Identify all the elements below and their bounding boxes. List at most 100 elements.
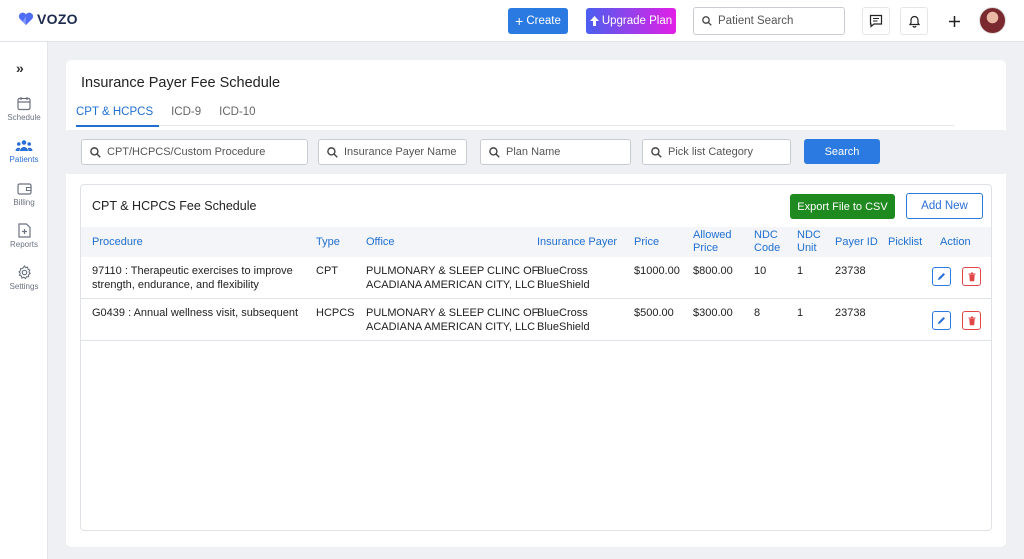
procedure-search-placeholder: CPT/HCPCS/Custom Procedure	[107, 146, 266, 158]
office-line-1: PULMONARY & SLEEP CLINC OF	[366, 265, 539, 277]
plan-name-input[interactable]: Plan Name	[480, 139, 631, 165]
brand-name: VOZO	[37, 11, 78, 27]
filter-bar: CPT/HCPCS/Custom Procedure Insurance Pay…	[66, 130, 1006, 174]
sidebar-item-reports[interactable]: Reports	[0, 223, 48, 249]
search-icon	[489, 146, 500, 158]
sidebar-item-patients[interactable]: Patients	[0, 139, 48, 164]
price-cell: $500.00	[634, 307, 674, 319]
price-cell: $1000.00	[634, 265, 680, 277]
gear-icon	[17, 265, 31, 280]
plan-name-placeholder: Plan Name	[506, 146, 561, 158]
procedure-line-1: 97110 : Therapeutic exercises to improve	[92, 265, 293, 277]
table-header: Procedure Type Office Insurance Payer Pr…	[81, 227, 991, 257]
sidebar-item-label: Reports	[9, 240, 38, 249]
create-button[interactable]: + Create	[508, 8, 568, 34]
column-type[interactable]: Type	[316, 236, 340, 249]
office-line-2: ACADIANA AMERICAN CITY, LLC	[366, 279, 536, 291]
sidebar-item-settings[interactable]: Settings	[0, 265, 48, 291]
messages-button[interactable]	[862, 7, 890, 35]
upgrade-plan-button[interactable]: Upgrade Plan	[586, 8, 676, 34]
fee-schedule-panel: CPT & HCPCS Fee Schedule Export File to …	[80, 184, 992, 531]
search-icon	[702, 16, 712, 26]
payer-name-placeholder: Insurance Payer Name	[344, 146, 457, 158]
search-icon	[327, 146, 338, 158]
column-office[interactable]: Office	[366, 236, 395, 249]
pencil-icon	[938, 273, 945, 280]
payer-id-cell: 23738	[835, 307, 866, 319]
payer-line-1: BlueCross	[537, 307, 588, 319]
column-insurance-payer[interactable]: Insurance Payer	[537, 236, 617, 249]
office-cell: PULMONARY & SLEEP CLINC OF ACADIANA AMER…	[366, 306, 538, 334]
column-procedure[interactable]: Procedure	[92, 236, 143, 249]
column-payer-id[interactable]: Payer ID	[835, 236, 878, 249]
column-action: Action	[940, 236, 971, 248]
office-line-2: ACADIANA AMERICAN CITY, LLC	[366, 321, 536, 333]
main-card: Insurance Payer Fee Schedule CPT & HCPCS…	[66, 60, 1006, 547]
procedure-cell: 97110 : Therapeutic exercises to improve…	[92, 264, 293, 292]
tab-cpt-hcpcs[interactable]: CPT & HCPCS	[76, 104, 160, 127]
add-button[interactable]	[940, 7, 968, 35]
edit-button[interactable]	[932, 267, 951, 286]
payer-name-input[interactable]: Insurance Payer Name	[318, 139, 467, 165]
column-picklist[interactable]: Picklist	[888, 236, 922, 249]
notifications-button[interactable]	[900, 7, 928, 35]
table-row[interactable]: 97110 : Therapeutic exercises to improve…	[81, 257, 991, 299]
column-price[interactable]: Price	[634, 236, 659, 249]
picklist-category-placeholder: Pick list Category	[668, 146, 753, 158]
column-ndc-code-line-2: Code	[754, 242, 781, 254]
tab-icd-10[interactable]: ICD-10	[219, 104, 261, 126]
tab-icd-9[interactable]: ICD-9	[171, 104, 207, 126]
payer-cell: BlueCross BlueShield	[537, 264, 590, 292]
export-csv-button[interactable]: Export File to CSV	[790, 194, 895, 219]
payer-line-2: BlueShield	[537, 279, 590, 291]
trash-icon	[968, 272, 975, 281]
expand-sidebar-icon[interactable]: »	[16, 60, 24, 76]
edit-button[interactable]	[932, 311, 951, 330]
type-cell: HCPCS	[316, 307, 355, 319]
column-ndc-unit-line-2: Unit	[797, 242, 817, 254]
procedure-search-input[interactable]: CPT/HCPCS/Custom Procedure	[81, 139, 308, 165]
column-allowed-line-1: Allowed	[693, 229, 732, 241]
column-allowed-price[interactable]: Allowed Price	[693, 229, 732, 255]
payer-line-1: BlueCross	[537, 265, 588, 277]
office-cell: PULMONARY & SLEEP CLINC OF ACADIANA AMER…	[366, 264, 538, 292]
column-ndc-unit[interactable]: NDC Unit	[797, 229, 821, 255]
user-avatar[interactable]	[979, 7, 1006, 34]
search-icon	[90, 146, 101, 158]
heart-logo-icon	[18, 12, 34, 25]
wallet-icon	[16, 183, 32, 195]
procedure-line-1: G0439 : Annual wellness visit, subsequen…	[92, 307, 299, 319]
type-cell: CPT	[316, 265, 338, 277]
ndc-unit-cell: 1	[797, 307, 804, 319]
picklist-category-input[interactable]: Pick list Category	[642, 139, 791, 165]
arrow-up-icon	[589, 16, 599, 26]
report-icon	[17, 223, 31, 238]
column-ndc-code[interactable]: NDC Code	[754, 229, 780, 255]
sidebar-item-label: Billing	[13, 198, 35, 207]
table-row[interactable]: G0439 : Annual wellness visit, subsequen…	[81, 299, 991, 341]
search-icon	[651, 146, 662, 158]
sidebar-item-label: Settings	[9, 282, 39, 291]
ndc-unit-cell: 1	[797, 265, 804, 277]
sidebar-item-label: Schedule	[7, 113, 41, 122]
ndc-code-cell: 8	[754, 307, 761, 319]
add-new-button[interactable]: Add New	[906, 193, 983, 219]
delete-button[interactable]	[962, 311, 981, 330]
create-button-label: Create	[526, 15, 561, 27]
payer-line-2: BlueShield	[537, 321, 590, 333]
page-title: Insurance Payer Fee Schedule	[81, 75, 281, 91]
delete-button[interactable]	[962, 267, 981, 286]
sidebar-item-label: Patients	[9, 155, 39, 164]
brand-logo[interactable]: VOZO	[18, 11, 78, 27]
ndc-code-cell: 10	[754, 265, 767, 277]
upgrade-plan-label: Upgrade Plan	[601, 15, 673, 27]
top-bar: VOZO + Create Upgrade Plan Patient Searc…	[0, 0, 1024, 42]
calendar-icon	[17, 97, 31, 111]
patient-search-input[interactable]: Patient Search	[693, 7, 845, 35]
sidebar-item-schedule[interactable]: Schedule	[0, 96, 48, 122]
sidebar-item-billing[interactable]: Billing	[0, 182, 48, 207]
search-button[interactable]: Search	[804, 139, 880, 164]
fee-schedule-title: CPT & HCPCS Fee Schedule	[92, 199, 257, 213]
patient-search-placeholder: Patient Search	[718, 15, 794, 27]
allowed-price-cell: $300.00	[693, 307, 733, 319]
